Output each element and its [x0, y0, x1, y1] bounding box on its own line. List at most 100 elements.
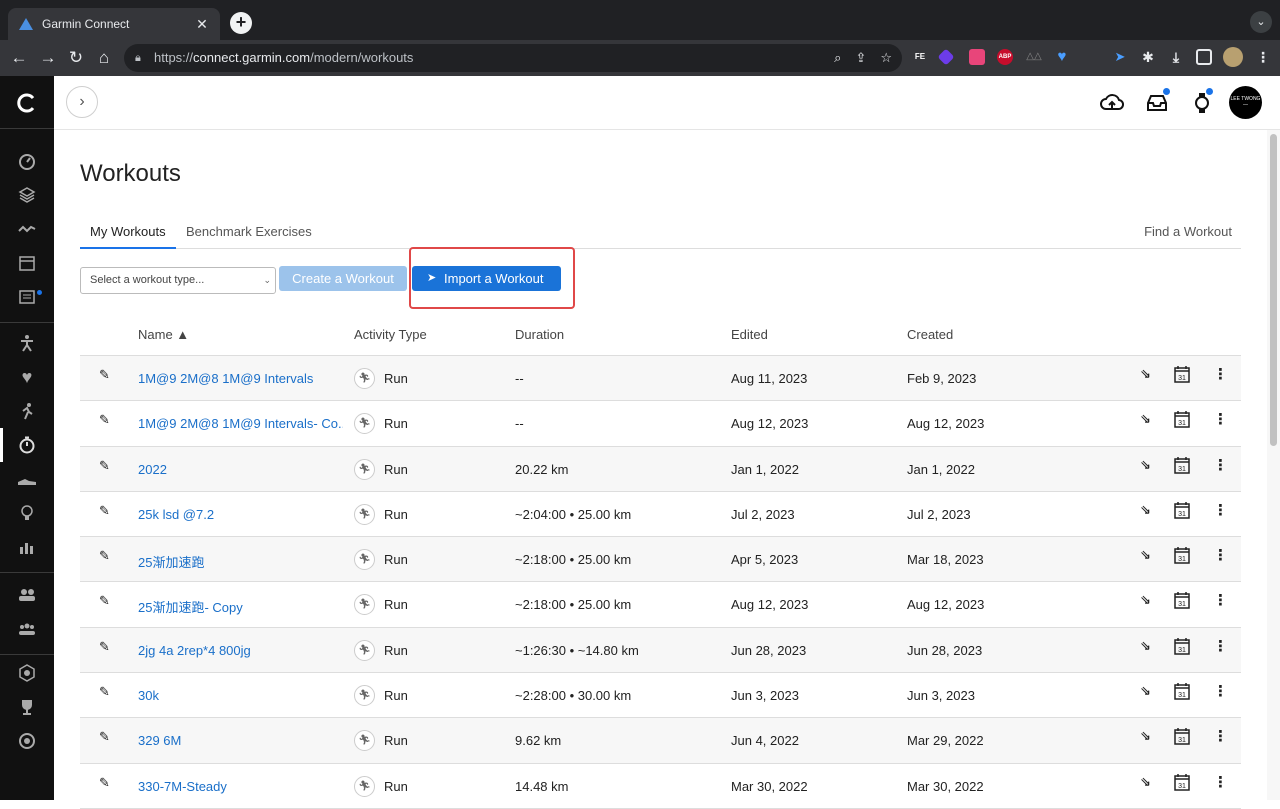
reports-bar-chart-icon[interactable] — [0, 530, 54, 564]
fe-extension-icon[interactable]: FE — [912, 49, 928, 65]
upload-cloud-icon[interactable] — [1099, 90, 1125, 116]
edit-pencil-icon[interactable]: ✎ — [99, 548, 110, 564]
profile-avatar-icon[interactable] — [1223, 47, 1243, 67]
schedule-calendar-icon[interactable]: 31 — [1174, 773, 1190, 791]
edit-pencil-icon[interactable]: ✎ — [99, 593, 110, 609]
expand-sidebar-chevron-icon[interactable]: › — [66, 86, 98, 118]
insights-wave-icon[interactable] — [0, 212, 54, 246]
send-to-device-icon[interactable]: ⇘ — [1140, 774, 1151, 790]
address-bar[interactable]: 🔒︎ https://connect.garmin.com/modern/wor… — [124, 44, 902, 72]
browser-menu-icon[interactable]: ⋮ — [1255, 49, 1271, 65]
training-runner-icon[interactable] — [0, 394, 54, 428]
column-edited[interactable]: Edited — [731, 327, 768, 342]
calendar-icon[interactable] — [0, 246, 54, 280]
table-row[interactable]: ✎ 2022 🏃︎ Run 20.22 km Jan 1, 2022 Jan 1, 2022… — [80, 446, 1241, 492]
tab-search-icon[interactable]: ⌄ — [1250, 11, 1272, 33]
edit-pencil-icon[interactable]: ✎ — [99, 412, 110, 428]
purple-extension-icon[interactable] — [937, 48, 955, 66]
close-tab-icon[interactable]: ✕ — [194, 16, 210, 33]
send-to-device-icon[interactable]: ⇘ — [1140, 592, 1151, 608]
table-row[interactable]: ✎ 330-7M-Steady 🏃︎ Run 14.48 km Mar 30, 2022 M… — [80, 764, 1241, 809]
dashboard-gauge-icon[interactable] — [0, 144, 54, 178]
schedule-calendar-icon[interactable]: 31 — [1174, 410, 1190, 429]
edit-pencil-icon[interactable]: ✎ — [99, 684, 110, 700]
more-options-icon[interactable]: ⋮ — [1213, 727, 1228, 745]
schedule-calendar-icon[interactable]: 31 — [1174, 456, 1190, 474]
send-to-device-icon[interactable]: ⇘ — [1140, 547, 1151, 563]
more-options-icon[interactable]: ⋮ — [1213, 637, 1228, 655]
browser-tab[interactable]: Garmin Connect ✕ — [8, 8, 220, 40]
tab-my-workouts[interactable]: My Workouts — [80, 224, 176, 249]
gear-shoe-icon[interactable] — [0, 462, 54, 496]
more-options-icon[interactable]: ⋮ — [1213, 773, 1228, 791]
send-to-device-icon[interactable]: ⇘ — [1140, 638, 1151, 654]
send-to-device-icon[interactable]: ⇘ — [1140, 411, 1151, 427]
health-heart-icon[interactable]: ♥ — [0, 360, 54, 394]
insights-bulb-icon[interactable] — [0, 496, 54, 530]
schedule-calendar-icon[interactable]: 31 — [1174, 591, 1190, 610]
connections-icon[interactable] — [0, 578, 54, 612]
workout-name-link[interactable]: 2022 — [138, 462, 167, 477]
user-avatar[interactable]: LEE TWONG — — [1229, 86, 1262, 119]
download-icon[interactable]: ⤓ — [1168, 49, 1184, 65]
workout-name-link[interactable]: 329 6M — [138, 733, 181, 748]
column-created[interactable]: Created — [907, 327, 953, 342]
table-row[interactable]: ✎ 25k lsd @7.2 🏃︎ Run ~2:04:00 • 25.00 km Jul… — [80, 492, 1241, 538]
schedule-calendar-icon[interactable]: 31 — [1174, 546, 1190, 564]
table-row[interactable]: ✎ 2jg 4a 2rep*4 800jg 🏃︎ Run ~1:26:30 • ~14.… — [80, 627, 1241, 674]
schedule-calendar-icon[interactable]: 31 — [1174, 501, 1190, 519]
edit-pencil-icon[interactable]: ✎ — [99, 367, 110, 383]
send-to-device-icon[interactable]: ⇘ — [1140, 683, 1151, 699]
workout-name-link[interactable]: 25k lsd @7.2 — [138, 507, 214, 522]
edit-pencil-icon[interactable]: ✎ — [99, 503, 110, 519]
table-row[interactable]: ✎ 25渐加速跑 🏃︎ Run ~2:18:00 • 25.00 km Apr 5, 20… — [80, 537, 1241, 583]
groups-icon[interactable] — [0, 612, 54, 646]
mountain-extension-icon[interactable]: △△ — [1026, 49, 1042, 65]
home-icon[interactable]: ⌂ — [93, 47, 115, 69]
activities-person-icon[interactable] — [0, 326, 54, 360]
news-feed-icon[interactable] — [0, 280, 54, 314]
send-to-device-icon[interactable]: ⇘ — [1140, 728, 1151, 744]
back-arrow-icon[interactable]: ← — [8, 47, 30, 69]
send-to-device-icon[interactable]: ⇘ — [1140, 502, 1151, 518]
more-options-icon[interactable]: ⋮ — [1213, 365, 1228, 383]
puzzle-extensions-icon[interactable]: ✱ — [1140, 49, 1156, 65]
workout-name-link[interactable]: 2jg 4a 2rep*4 800jg — [138, 643, 251, 658]
table-row[interactable]: ✎ 25渐加速跑- Copy 🏃︎ Run ~2:18:00 • 25.00 km Aug… — [80, 582, 1241, 628]
workouts-stopwatch-icon[interactable] — [0, 428, 54, 462]
workout-name-link[interactable]: 330-7M-Steady — [138, 779, 227, 794]
workout-name-link[interactable]: 25渐加速跑- Copy — [138, 597, 243, 616]
side-panel-icon[interactable] — [1196, 49, 1212, 65]
schedule-calendar-icon[interactable]: 31 — [1174, 637, 1190, 655]
heart-extension-icon[interactable]: ♥ — [1054, 49, 1070, 65]
send-to-device-icon[interactable]: ⇘ — [1140, 366, 1151, 382]
scrollbar-thumb[interactable] — [1270, 134, 1277, 446]
abp-extension-icon[interactable]: ABP — [997, 49, 1013, 65]
share-icon[interactable]: ⇪ — [855, 44, 866, 72]
schedule-calendar-icon[interactable]: 31 — [1174, 727, 1190, 746]
edit-pencil-icon[interactable]: ✎ — [99, 458, 110, 474]
edit-pencil-icon[interactable]: ✎ — [99, 729, 110, 745]
edit-pencil-icon[interactable]: ✎ — [99, 775, 110, 791]
zoom-icon[interactable]: ⌕ — [834, 44, 841, 72]
workout-name-link[interactable]: 1M@9 2M@8 1M@9 Intervals — [138, 371, 313, 386]
more-options-icon[interactable]: ⋮ — [1213, 682, 1228, 700]
layers-icon[interactable] — [0, 178, 54, 212]
workout-name-link[interactable]: 1M@9 2M@8 1M@9 Intervals- Co... — [138, 416, 343, 431]
send-to-device-icon[interactable]: ⇘ — [1140, 457, 1151, 473]
table-row[interactable]: ✎ 1M@9 2M@8 1M@9 Intervals- Co... 🏃︎ Run -- A… — [80, 401, 1241, 447]
find-workout-link[interactable]: Find a Workout — [1144, 224, 1232, 239]
more-options-icon[interactable]: ⋮ — [1213, 546, 1228, 564]
more-options-icon[interactable]: ⋮ — [1213, 456, 1228, 474]
workout-name-link[interactable]: 30k — [138, 688, 159, 703]
garmin-logo-icon[interactable] — [0, 86, 54, 120]
forward-arrow-icon[interactable]: → — [37, 47, 59, 69]
reload-icon[interactable]: ↻ — [65, 47, 87, 69]
workout-type-select[interactable]: Select a workout type... ⌄ — [80, 267, 276, 294]
courses-target-icon[interactable] — [0, 724, 54, 758]
table-row[interactable]: ✎ 329 6M 🏃︎ Run 9.62 km Jun 4, 2022 Mar 29, 20… — [80, 718, 1241, 764]
page-scrollbar[interactable] — [1267, 130, 1280, 800]
pink-extension-icon[interactable] — [969, 49, 985, 65]
column-name[interactable]: Name ▲ — [138, 327, 189, 342]
more-options-icon[interactable]: ⋮ — [1213, 591, 1228, 609]
